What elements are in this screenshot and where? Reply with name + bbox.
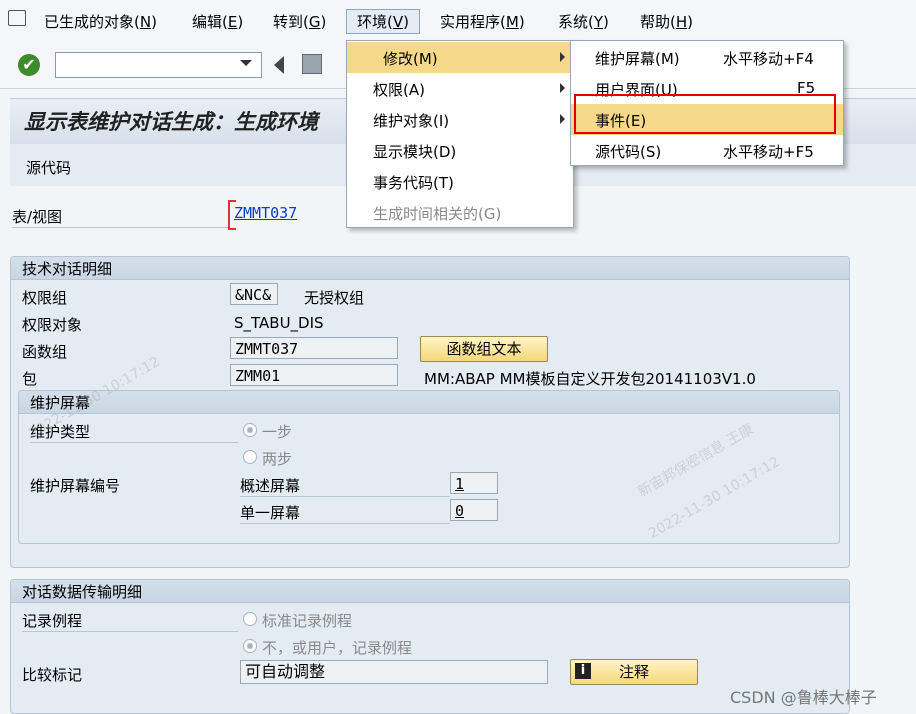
table-view-input[interactable]: ZMMT037 [234,204,297,222]
menu-item-modify[interactable]: 修改(M) [347,42,573,73]
compare-flag-input[interactable]: 可自动调整 [240,660,548,684]
enter-checkmark-icon[interactable]: ✔ [18,54,40,76]
menu-edit[interactable]: 编辑(E) [192,11,243,32]
menu-item-time-dependent: 生成时间相关的(G) [373,205,502,223]
radio-two-step[interactable] [243,450,257,464]
menu-item-authorization[interactable]: 权限(A) [347,73,573,104]
radio-one-step[interactable] [243,423,257,437]
auth-group-input[interactable]: &NC& [230,283,278,305]
menu-system[interactable]: 系统(Y) [558,11,609,32]
app-menu-icon[interactable] [8,10,26,26]
source-code-button[interactable]: 源代码 [26,157,71,178]
auth-object-label: 权限对象 [22,316,83,334]
package-input[interactable]: ZMM01 [230,364,398,386]
screen-panel-heading: 维护屏幕 [30,394,91,412]
menu-generated-objects[interactable]: 已生成的对象(N) [44,11,157,32]
chevron-down-icon[interactable] [240,60,252,66]
highlight-callout-box [574,94,836,134]
func-group-input[interactable]: ZMMT037 [230,337,398,359]
opt-standard-label: 标准记录例程 [262,612,353,630]
command-field[interactable] [55,52,262,78]
save-icon[interactable] [302,54,322,74]
auth-group-label: 权限组 [22,289,68,307]
opt-one-step-label: 一步 [262,423,293,441]
radio-no-routine[interactable] [243,639,257,653]
auth-object-value: S_TABU_DIS [234,314,324,332]
func-group-text-button[interactable]: 函数组文本 [420,336,548,362]
auth-group-text: 无授权组 [304,289,365,307]
menu-goto[interactable]: 转到(G) [273,11,326,32]
note-button[interactable]: i 注释 [570,659,698,685]
menu-item-display-module[interactable]: 显示模块(D) [347,135,573,166]
page-title: 显示表维护对话生成：生成环境 [24,109,318,134]
package-text: MM:ABAP MM模板自定义开发包20141103V1.0 [424,370,756,388]
overview-screen-input[interactable]: 1 [450,472,498,494]
package-label: 包 [22,370,38,388]
environment-menu: 修改(M) 权限(A) 维护对象(I) 显示模块(D) 事务代码(T) 生成时间… [346,40,574,228]
menu-item-maint-objects[interactable]: 维护对象(I) [347,104,573,135]
table-view-label: 表/视图 [12,206,230,228]
menu-help[interactable]: 帮助(H) [640,11,693,32]
menu-item-transaction-code[interactable]: 事务代码(T) [347,166,573,197]
back-icon[interactable] [274,56,284,74]
info-icon: i [575,663,591,679]
opt-two-step-label: 两步 [262,450,293,468]
submenu-source-code[interactable]: 源代码(S) 水平移动+F5 [571,135,843,166]
maint-type-label: 维护类型 [30,421,238,443]
overview-screen-label: 概述屏幕 [240,475,450,497]
radio-standard-routine[interactable] [243,612,257,626]
menu-environment[interactable]: 环境(V) [346,9,420,34]
menu-utilities[interactable]: 实用程序(M) [440,11,525,32]
tech-panel-heading: 技术对话明细 [22,260,113,278]
screen-number-label: 维护屏幕编号 [30,477,121,495]
single-screen-input[interactable]: 0 [450,499,498,521]
note-button-label: 注释 [618,663,649,681]
transport-panel-heading: 对话数据传输明细 [22,583,143,601]
submenu-maint-screen[interactable]: 维护屏幕(M) 水平移动+F4 [571,42,843,73]
footer-credit: CSDN @鲁棒大棒子 [730,688,877,707]
compare-flag-label: 比较标记 [22,666,83,684]
func-group-label: 函数组 [22,343,68,361]
record-routine-label: 记录例程 [22,610,238,632]
opt-no-label: 不，或用户，记录例程 [262,639,413,657]
menu-bar: 已生成的对象(N) 编辑(E) 转到(G) 环境(V) 实用程序(M) 系统(Y… [0,0,916,45]
single-screen-label: 单一屏幕 [240,502,450,524]
